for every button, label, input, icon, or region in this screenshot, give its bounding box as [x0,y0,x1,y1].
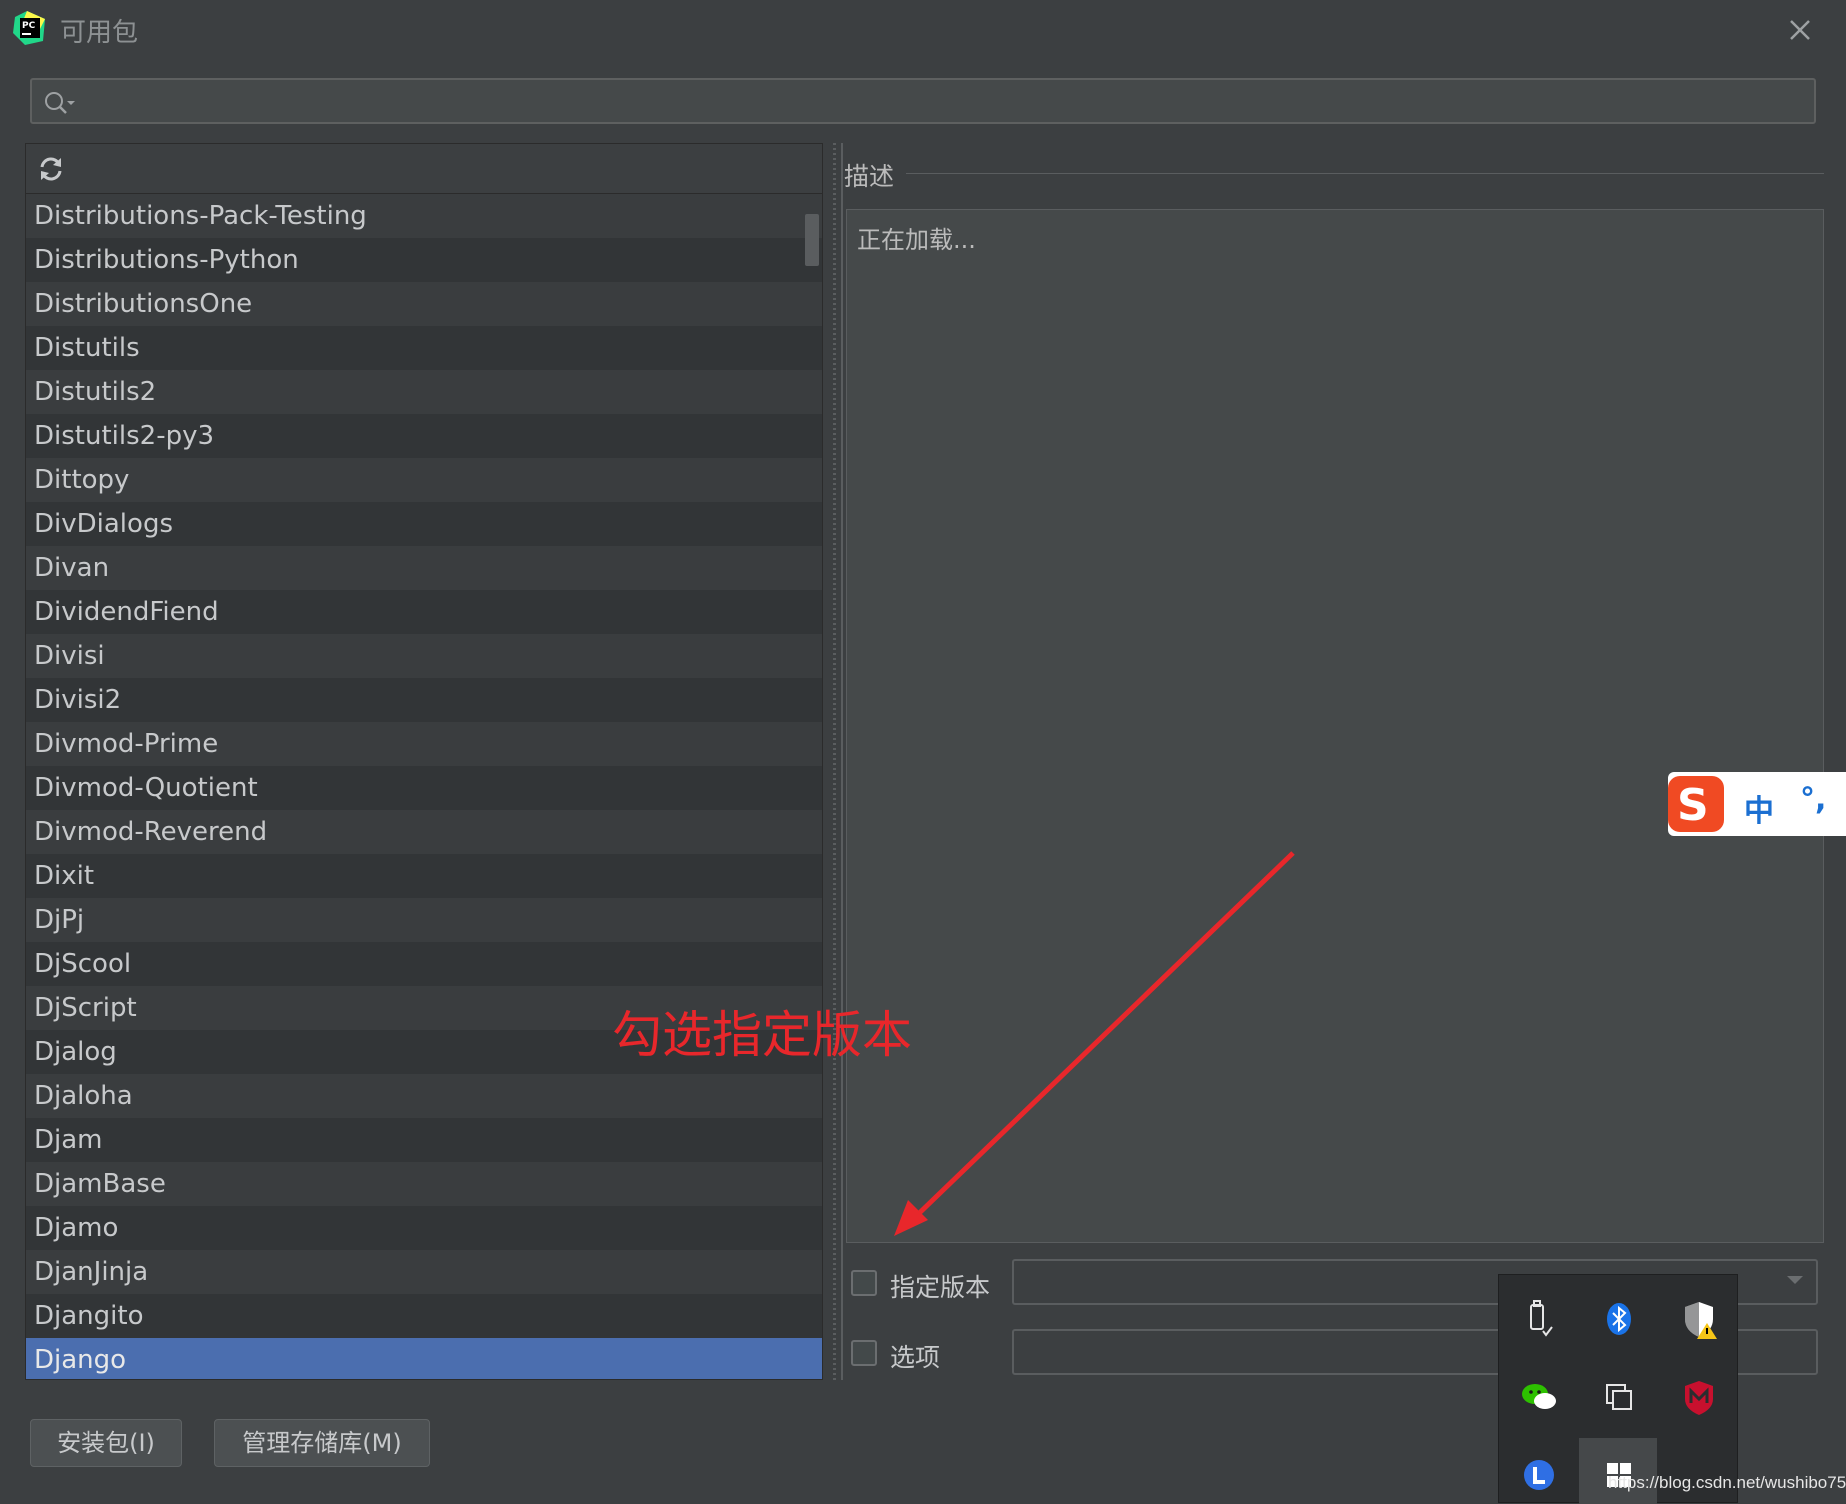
package-list-item[interactable]: Django [26,1338,822,1379]
package-list-item[interactable]: DivDialogs [26,502,822,546]
svg-text:PC: PC [22,21,36,31]
ime-mode[interactable]: 中 [1744,786,1774,830]
search-icon[interactable] [42,89,76,117]
specify-version-checkbox[interactable] [851,1270,877,1296]
package-list-item[interactable]: Distutils2 [26,370,822,414]
package-list-item[interactable]: Distributions-Pack-Testing [26,194,822,238]
description-divider [906,173,1824,174]
package-list-item[interactable]: Divmod-Reverend [26,810,822,854]
list-toolbar [26,144,822,194]
package-list-item[interactable]: DividendFiend [26,590,822,634]
package-list-item[interactable]: Distutils [26,326,822,370]
package-list-panel: Distributions-Pack-Testing Distributions-… [25,143,823,1380]
install-package-button[interactable]: 安装包(I) [30,1419,182,1467]
package-list-item[interactable]: Divisi [26,634,822,678]
package-list-item[interactable]: Djangito [26,1294,822,1338]
close-icon[interactable] [1778,8,1822,52]
options-checkbox[interactable] [851,1340,877,1366]
splitter-line [841,143,843,1380]
description-area: 正在加载... [846,209,1824,1243]
window-title: 可用包 [60,18,139,48]
description-label: 描述 [844,162,895,191]
package-list-item[interactable]: Divmod-Prime [26,722,822,766]
specify-version-label: 指定版本 [890,1273,991,1302]
pycharm-logo: PC [13,11,45,45]
wechat-icon[interactable] [1517,1375,1561,1419]
package-list-item[interactable]: Divmod-Quotient [26,766,822,810]
package-list-item[interactable]: Divan [26,546,822,590]
system-tray-popup [1498,1274,1738,1504]
package-list-item[interactable]: Djaloha [26,1074,822,1118]
package-list-item[interactable]: Dixit [26,854,822,898]
chevron-down-icon[interactable] [1785,1274,1805,1286]
bluetooth-icon[interactable] [1597,1297,1641,1341]
package-list-item[interactable]: Djam [26,1118,822,1162]
ime-punctuation[interactable]: °, [1800,782,1826,817]
package-list: Distributions-Pack-Testing Distributions-… [26,194,822,1379]
options-label: 选项 [890,1343,941,1372]
package-list-item[interactable]: Distributions-Python [26,238,822,282]
package-list-item[interactable]: Divisi2 [26,678,822,722]
package-list-item[interactable]: DjamBase [26,1162,822,1206]
manage-repositories-button[interactable]: 管理存储库(M) [214,1419,430,1467]
package-list-item[interactable]: DjScool [26,942,822,986]
package-list-item[interactable]: DjanJinja [26,1250,822,1294]
package-list-item[interactable]: Distutils2-py3 [26,414,822,458]
usb-eject-icon[interactable] [1517,1297,1561,1341]
package-list-item[interactable]: DistributionsOne [26,282,822,326]
watermark: https://blog.csdn.net/wushibo750 [1608,1473,1846,1492]
description-text: 正在加载... [857,226,976,254]
package-list-item[interactable]: DjPj [26,898,822,942]
package-list-item[interactable]: Dittopy [26,458,822,502]
security-warning-icon[interactable] [1677,1297,1721,1341]
package-list-item[interactable]: Djamo [26,1206,822,1250]
svg-text:S: S [1677,780,1709,831]
refresh-icon[interactable] [36,154,66,184]
annotation-text: 勾选指定版本 [612,1006,912,1064]
mcafee-icon[interactable] [1677,1375,1721,1419]
search-box[interactable] [30,78,1816,124]
scrollbar-thumb[interactable] [805,214,819,266]
sogou-logo: S [1668,776,1724,832]
search-input[interactable] [82,84,1806,120]
title-bar: PC 可用包 [0,0,1846,60]
l-app-icon[interactable] [1517,1453,1561,1497]
ime-toolbar[interactable]: S 中 °, [1668,772,1846,836]
copy-windows-icon[interactable] [1597,1375,1641,1419]
